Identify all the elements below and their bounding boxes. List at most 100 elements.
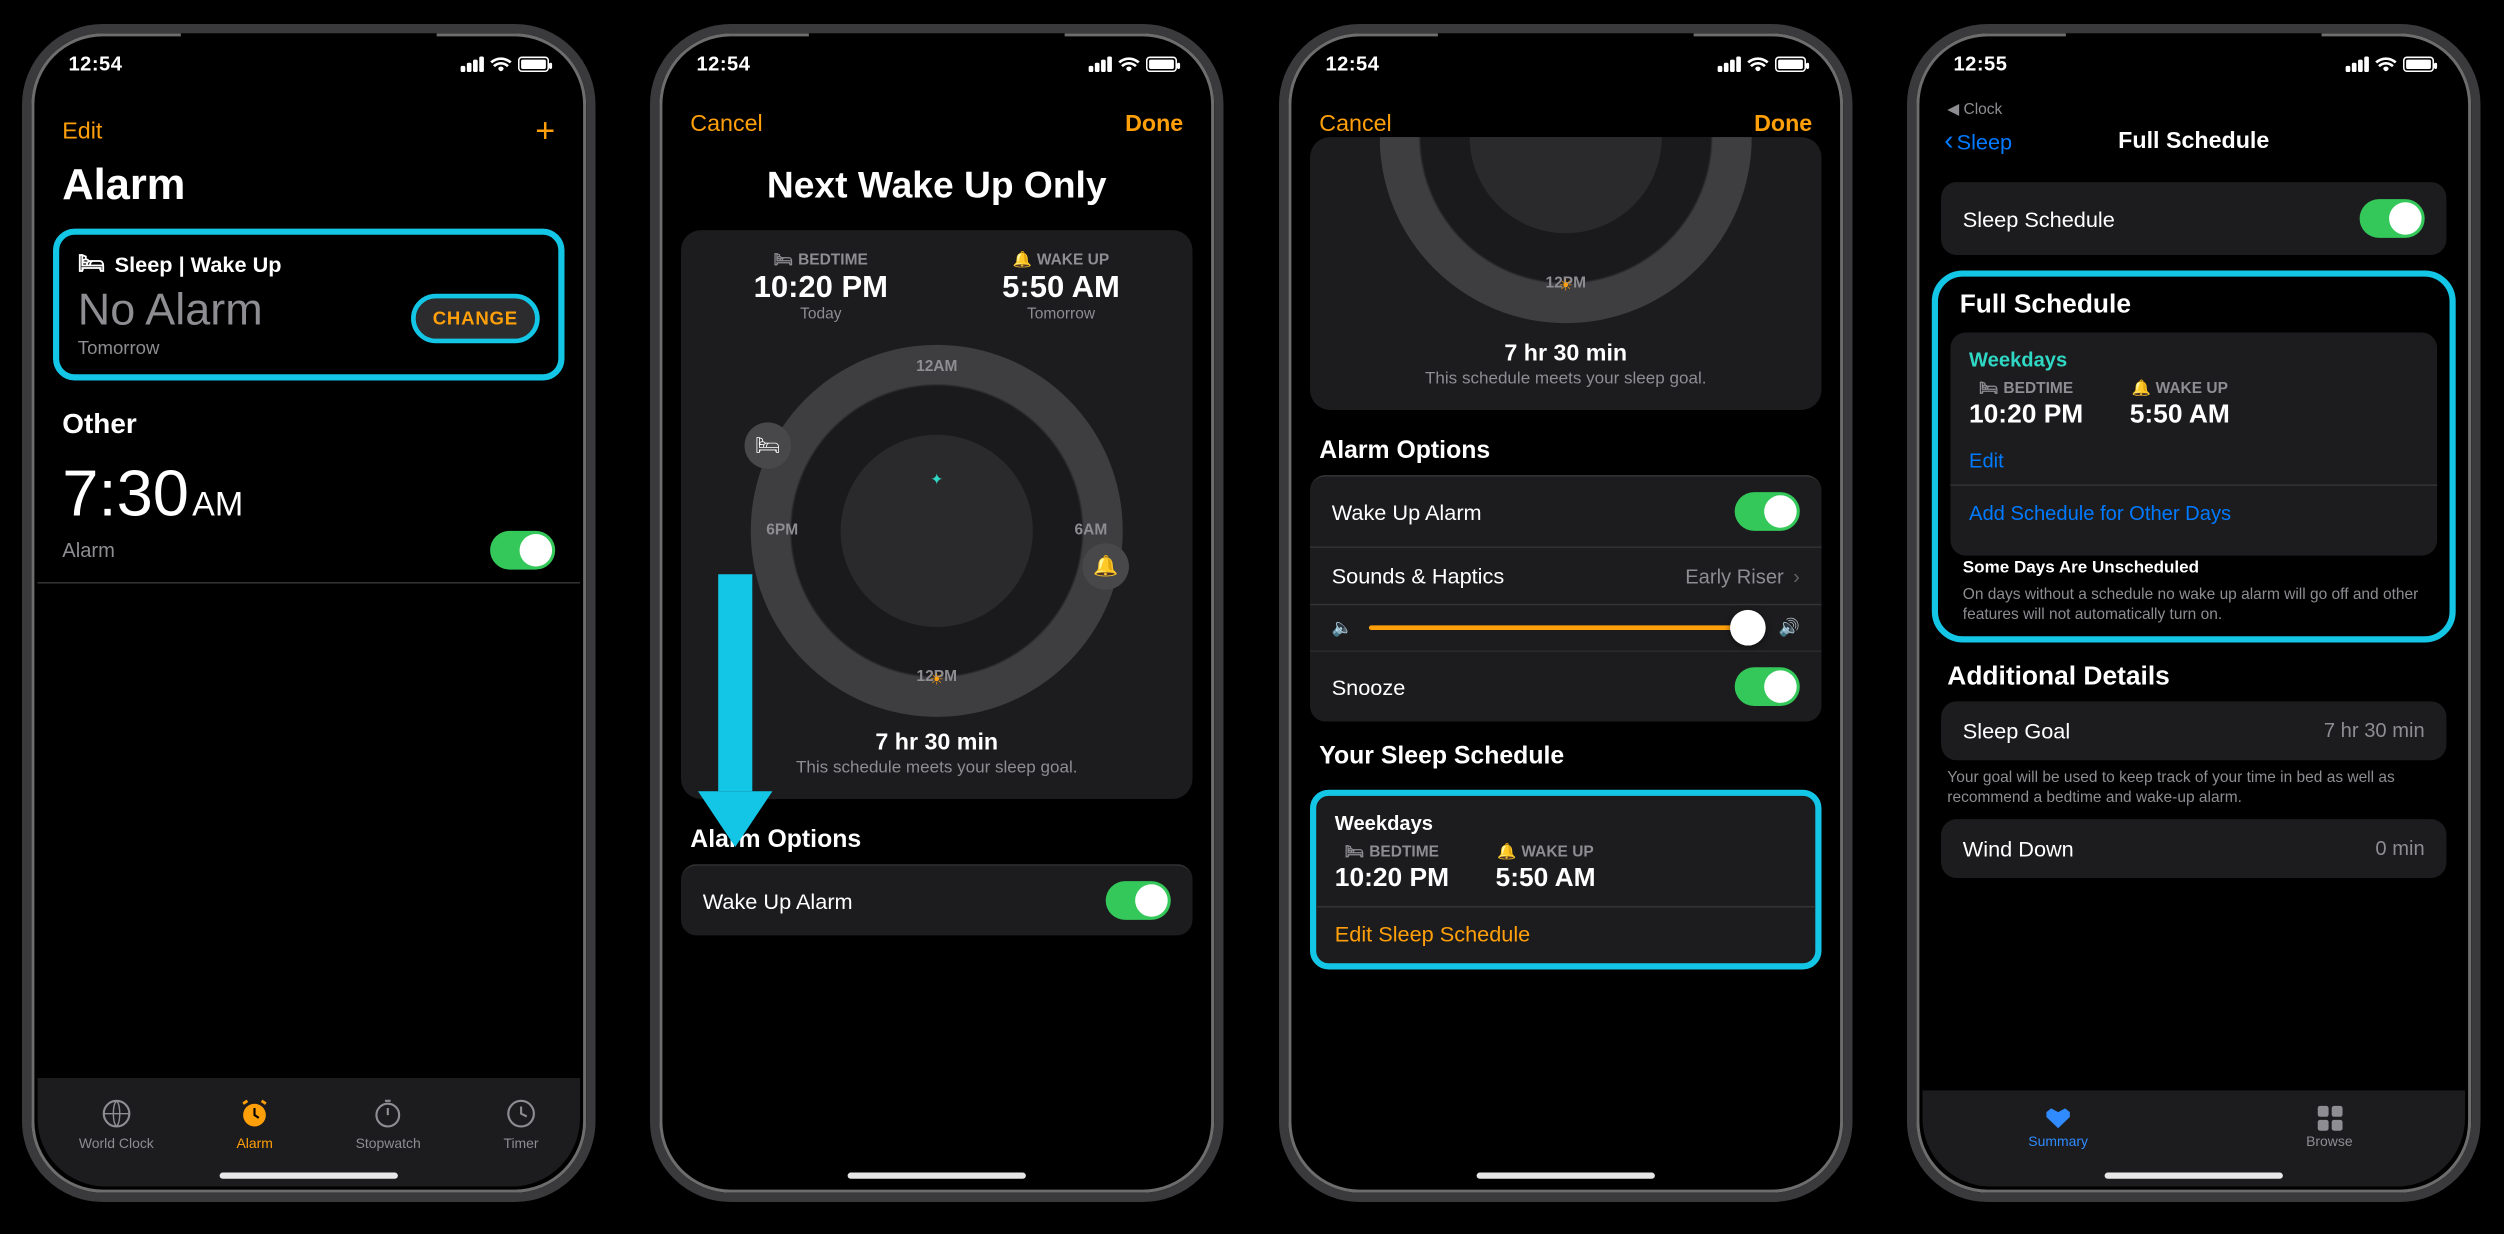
alarm-time-value: 7:30 — [62, 456, 189, 530]
tab-label: Stopwatch — [356, 1135, 421, 1151]
full-schedule-highlight: Full Schedule Weekdays 🛏BEDTIME10:20 PM … — [1932, 270, 2456, 641]
battery-icon — [1146, 57, 1177, 73]
notch — [2066, 33, 2322, 73]
alarm-time-row[interactable]: 7:30 AM — [38, 450, 581, 531]
unscheduled-note: On days without a schedule no wake up al… — [1938, 577, 2450, 627]
done-button[interactable]: Done — [1754, 111, 1812, 137]
screen-title: Alarm — [38, 157, 581, 222]
chevron-right-icon: › — [1793, 565, 1800, 588]
alarm-label: Alarm — [62, 539, 115, 562]
home-indicator[interactable] — [848, 1173, 1026, 1179]
notch — [1438, 33, 1694, 73]
wakeup-knob[interactable]: 🔔 — [1083, 543, 1130, 590]
snooze-toggle[interactable] — [1734, 667, 1799, 706]
wake-alarm-toggle[interactable] — [1106, 881, 1171, 920]
additional-details-header: Additional Details — [1922, 648, 2465, 701]
tab-world-clock[interactable]: World Clock — [79, 1096, 154, 1150]
home-indicator[interactable] — [220, 1173, 398, 1179]
tab-browse[interactable]: Browse — [2194, 1090, 2465, 1164]
sleep-goal-value: 7 hr 30 min — [2324, 718, 2425, 741]
alarm-time-ampm: AM — [192, 484, 243, 524]
schedule-summary-card: Weekdays 🛏BEDTIME10:20 PM 🔔WAKE UP5:50 A… — [1310, 790, 1822, 969]
phone-1-alarm-list: 12:54 ➤ Edit + Alarm 🛏 Sleep | Wake Up — [22, 24, 596, 1202]
change-button[interactable]: CHANGE — [411, 293, 540, 343]
speaker-high-icon: 🔊 — [1778, 618, 1799, 638]
bell-icon: 🔔 — [1497, 844, 1516, 861]
tab-label: Summary — [2028, 1134, 2088, 1150]
edit-sleep-schedule-link[interactable]: Edit Sleep Schedule — [1334, 907, 1796, 960]
tab-label: Timer — [503, 1135, 538, 1151]
status-time: 12:54 — [69, 52, 123, 77]
weekdays-label: Weekdays — [1969, 348, 2419, 371]
your-schedule-header: Your Sleep Schedule — [1294, 722, 1837, 781]
tab-timer[interactable]: Timer — [503, 1096, 538, 1150]
add-alarm-button[interactable]: + — [535, 111, 555, 151]
wifi-icon — [490, 57, 512, 73]
sleep-goal-msg: This schedule meets your sleep goal. — [1325, 370, 1806, 389]
bell-icon: 🔔 — [1013, 252, 1032, 269]
snooze-label: Snooze — [1331, 674, 1405, 699]
bedtime-value: 10:20 PM — [1334, 863, 1448, 894]
wake-alarm-toggle[interactable] — [1734, 492, 1799, 531]
notch — [809, 33, 1065, 73]
cellular-icon — [1090, 57, 1112, 73]
sleep-goal-row[interactable]: Sleep Goal 7 hr 30 min — [1941, 701, 2446, 760]
edit-button[interactable]: Edit — [62, 118, 102, 144]
cancel-button[interactable]: Cancel — [691, 111, 763, 137]
sleep-section-header: 🛏 Sleep | Wake Up — [78, 250, 540, 276]
bed-icon: 🛏 — [78, 250, 106, 276]
edit-schedule-link[interactable]: Edit — [1969, 449, 2419, 472]
phone-4-full-schedule: 12:55➤ ◀︎ Clock ‹Sleep Full Schedule Sle… — [1907, 24, 2481, 1202]
dial-6pm: 6PM — [767, 522, 799, 539]
sleep-goal-label: Sleep Goal — [1963, 718, 2070, 743]
sleep-dial-partial[interactable]: 12PM ☀︎ — [1379, 137, 1751, 323]
wake-alarm-row: Wake Up Alarm — [1310, 475, 1822, 546]
wifi-icon — [2375, 57, 2397, 73]
home-indicator[interactable] — [2105, 1173, 2283, 1179]
dial-12am: 12AM — [916, 359, 957, 376]
sounds-haptics-row[interactable]: Sounds & Haptics Early Riser› — [1310, 546, 1822, 603]
bed-icon: 🛏 — [774, 252, 794, 269]
tab-label: World Clock — [79, 1135, 154, 1151]
sleep-wake-card[interactable]: 🛏 Sleep | Wake Up No Alarm Tomorrow CHAN… — [53, 229, 565, 381]
alarm-toggle[interactable] — [490, 531, 555, 570]
breadcrumb[interactable]: ◀︎ Clock — [1922, 102, 2465, 119]
wake-alarm-label: Wake Up Alarm — [1331, 499, 1481, 524]
volume-slider[interactable] — [1368, 625, 1763, 630]
sounds-label: Sounds & Haptics — [1331, 563, 1504, 588]
sleep-schedule-toggle[interactable] — [2360, 199, 2425, 238]
grid-icon — [2317, 1106, 2342, 1131]
wake-alarm-label: Wake Up Alarm — [703, 888, 853, 913]
wakeup-value: 5:50 AM — [1495, 863, 1595, 894]
tab-stopwatch[interactable]: Stopwatch — [356, 1096, 421, 1150]
sleep-goal-note: Your goal will be used to keep track of … — [1922, 759, 2465, 809]
add-schedule-link[interactable]: Add Schedule for Other Days — [1969, 485, 2419, 539]
bedtime-knob[interactable]: 🛏 — [745, 422, 792, 469]
home-indicator[interactable] — [1476, 1173, 1654, 1179]
volume-slider-row: 🔈 🔊 — [1310, 604, 1822, 650]
cellular-icon — [1718, 57, 1740, 73]
sleep-dial[interactable]: ✦ 12AM 6AM 12PM 6PM ☀︎ 🛏 🔔 — [751, 345, 1123, 717]
screen-title: Full Schedule — [1922, 128, 2465, 154]
status-time: 12:54 — [697, 52, 751, 77]
bedtime-sub: Today — [754, 306, 888, 323]
bedtime-label: 🛏BEDTIME — [1969, 381, 2083, 398]
sun-icon: ☀︎ — [930, 672, 944, 689]
phone-3-alarm-options: 12:54➤ Cancel Done 12PM ☀︎ 7 hr 30 min T… — [1279, 24, 1853, 1202]
screen-title: Next Wake Up Only — [666, 143, 1209, 224]
done-button[interactable]: Done — [1125, 111, 1183, 137]
tab-summary[interactable]: Summary — [1922, 1090, 2193, 1164]
sleep-section-label: Sleep | Wake Up — [115, 251, 282, 276]
wind-down-row[interactable]: Wind Down 0 min — [1941, 818, 2446, 877]
cancel-button[interactable]: Cancel — [1319, 111, 1391, 137]
bell-icon: 🔔 — [2132, 381, 2151, 398]
bedtime-label: 🛏BEDTIME — [754, 252, 888, 269]
weekdays-schedule-card[interactable]: Weekdays 🛏BEDTIME10:20 PM 🔔WAKE UP5:50 A… — [1950, 332, 2437, 554]
wake-alarm-row: Wake Up Alarm — [681, 864, 1193, 935]
snooze-row: Snooze — [1310, 650, 1822, 721]
bedtime-label: 🛏BEDTIME — [1334, 844, 1448, 861]
tomorrow-label: Tomorrow — [78, 337, 263, 359]
status-time: 12:55 — [1953, 52, 2007, 77]
tab-alarm[interactable]: Alarm — [236, 1096, 272, 1150]
cellular-icon — [461, 57, 483, 73]
